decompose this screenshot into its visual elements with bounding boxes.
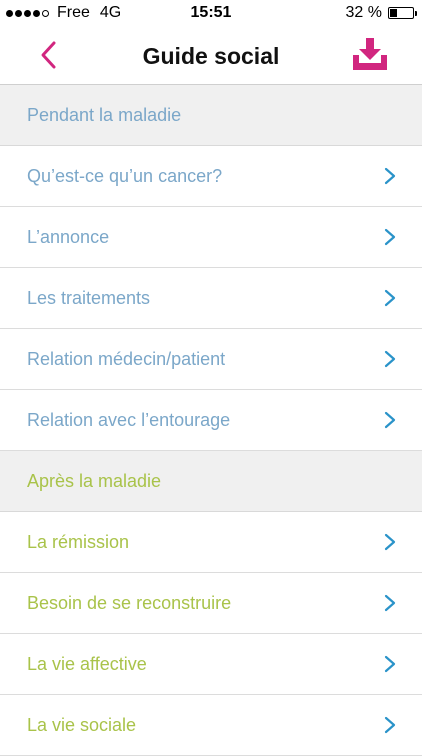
status-bar: Free 4G 15:51 32 % <box>0 0 422 26</box>
battery-percent: 32 % <box>345 4 382 21</box>
list-item-label: Relation avec l’entourage <box>27 409 231 430</box>
download-button[interactable] <box>350 36 390 72</box>
list-item[interactable]: Qu’est-ce qu’un cancer? <box>0 146 422 207</box>
list-item[interactable]: L’annonce <box>0 207 422 268</box>
section-header: Après la maladie <box>0 451 422 512</box>
chevron-right-icon <box>384 655 396 673</box>
list-item[interactable]: La vie sociale <box>0 695 422 756</box>
download-tray-icon <box>353 38 387 70</box>
list-item-label: L’annonce <box>27 226 110 247</box>
battery-icon <box>388 7 417 19</box>
chevron-right-icon <box>384 228 396 246</box>
chevron-right-icon <box>384 594 396 612</box>
list-item-label: Les traitements <box>27 287 151 308</box>
list-item-label: La rémission <box>27 531 130 552</box>
chevron-right-icon <box>384 716 396 734</box>
list-item[interactable]: La rémission <box>0 512 422 573</box>
list-item[interactable]: Besoin de se reconstruire <box>0 573 422 634</box>
list-item-label: Relation médecin/patient <box>27 348 226 369</box>
section-header: Pendant la maladie <box>0 85 422 146</box>
chevron-right-icon <box>384 533 396 551</box>
chevron-right-icon <box>384 350 396 368</box>
list-item-label: Qu’est-ce qu’un cancer? <box>27 165 223 186</box>
navigation-bar: Guide social <box>0 26 422 85</box>
list-item[interactable]: Relation avec l’entourage <box>0 390 422 451</box>
list-item[interactable]: Les traitements <box>0 268 422 329</box>
list-item-label: La vie affective <box>27 653 147 674</box>
chevron-right-icon <box>384 167 396 185</box>
status-right: 32 % <box>345 4 417 22</box>
guide-list: Pendant la maladie Qu’est-ce qu’un cancer… <box>0 85 422 756</box>
list-item[interactable]: La vie affective <box>0 634 422 695</box>
chevron-right-icon <box>384 289 396 307</box>
list-item-label: Besoin de se reconstruire <box>27 592 232 613</box>
list-item[interactable]: Relation médecin/patient <box>0 329 422 390</box>
list-item-label: La vie sociale <box>27 714 137 735</box>
chevron-right-icon <box>384 411 396 429</box>
